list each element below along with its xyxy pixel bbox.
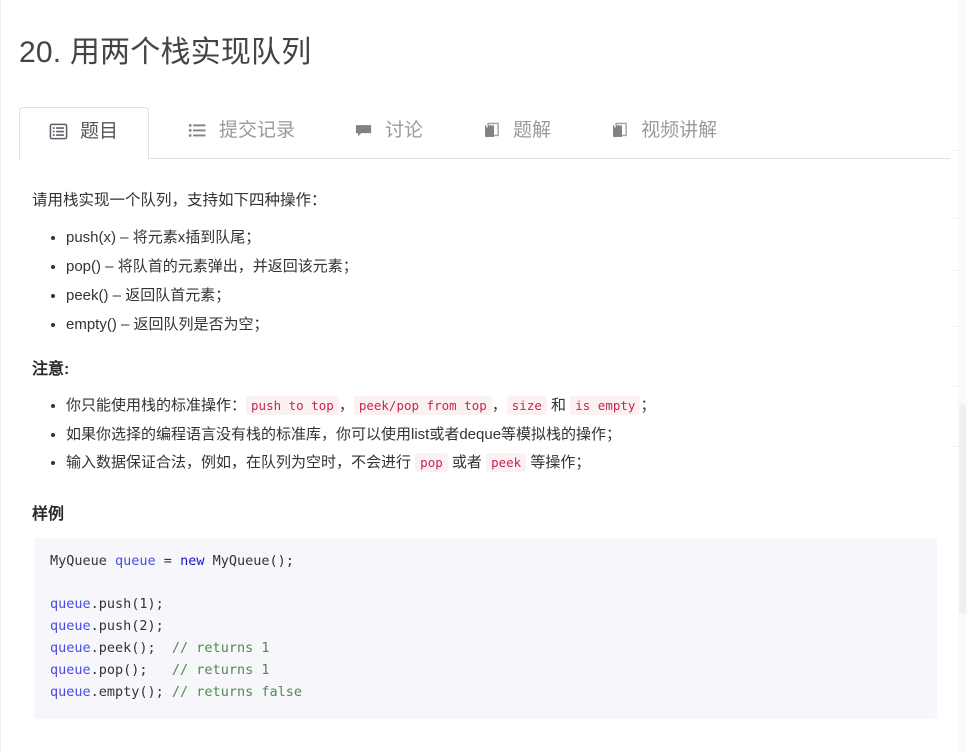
tab-submissions[interactable]: 提交记录 (165, 121, 317, 159)
inline-code: is empty (570, 395, 641, 415)
book-icon (609, 121, 629, 141)
tab-label: 提交记录 (219, 120, 296, 141)
problem-page: 20. 用两个栈实现队列 题目 提交记录 讨论 题解 视频讲解 请用栈实现一个队列，支持… (0, 0, 967, 752)
note-text: 输入数据保证合法，例如，在队列为空时，不会进行 (66, 454, 416, 472)
tab-solution[interactable]: 题解 (459, 121, 573, 159)
code-token: MyQueue (50, 552, 116, 569)
list-alt-icon (48, 122, 68, 142)
page-title: 20. 用两个栈实现队列 (19, 36, 312, 69)
code-line: queue.push(2); (50, 616, 921, 638)
tab-label: 视频讲解 (641, 120, 718, 141)
code-line: queue.pop(); // returns 1 (50, 660, 921, 682)
code-token: .push(1); (90, 596, 164, 613)
operation-item: empty() – 返回队列是否为空； (66, 314, 943, 336)
note-text: 和 (546, 396, 571, 414)
note-item: 如果你选择的编程语言没有栈的标准库，你可以使用list或者deque等模拟栈的操… (66, 424, 943, 446)
code-line: queue.empty(); // returns false (50, 682, 921, 704)
list-icon (187, 121, 207, 141)
problem-content: 请用栈实现一个队列，支持如下四种操作： push(x) – 将元素x插到队尾；p… (1, 159, 967, 719)
comment-icon (353, 121, 373, 141)
tab-label: 题目 (80, 121, 119, 142)
code-token: .pop(); (90, 662, 172, 679)
tab-problem[interactable]: 题目 (19, 106, 150, 160)
inline-code: size (506, 395, 547, 415)
note-item: 你只能使用栈的标准操作：push to top，peek/pop from to… (66, 395, 943, 417)
note-text: ； (640, 396, 656, 414)
code-line: queue.peek(); // returns 1 (50, 638, 921, 660)
sample-code-block: MyQueue queue = new MyQueue(); queue.pus… (34, 537, 937, 719)
code-token: queue (50, 683, 91, 700)
tab-discussion[interactable]: 讨论 (331, 121, 445, 159)
code-token: queue (50, 618, 91, 635)
code-token: queue (50, 596, 91, 613)
code-token: // returns 1 (171, 662, 270, 679)
problem-statement: 请用栈实现一个队列，支持如下四种操作： (32, 191, 327, 209)
operations-list: push(x) – 将元素x插到队尾； pop() – 将队首的元素弹出，并返回该… (32, 227, 943, 335)
code-token: = (155, 552, 181, 569)
code-token: queue (115, 552, 156, 569)
tab-video[interactable]: 视频讲解 (587, 121, 739, 159)
tab-label: 题解 (513, 120, 552, 141)
note-item: 输入数据保证合法，例如，在队列为空时，不会进行 pop 或者 peek 等操作； (66, 452, 943, 474)
code-token: new (180, 552, 205, 569)
code-token: // returns false (171, 683, 302, 700)
note-text: ， (491, 396, 507, 414)
operation-item: push(x) – 将元素x插到队尾； (66, 227, 943, 249)
code-line: queue.push(1); (50, 594, 921, 616)
note-text: 或者 (447, 454, 487, 472)
code-token: .peek(); (90, 640, 172, 657)
code-token: .push(2); (90, 618, 164, 635)
code-line: MyQueue queue = new MyQueue(); (50, 551, 921, 573)
code-token: // returns 1 (171, 640, 270, 657)
inline-code: pop (415, 453, 448, 473)
book-icon (481, 121, 501, 141)
inline-code: push to top (246, 395, 339, 415)
notes-heading: 注意: (32, 361, 70, 379)
tab-list: 题目 提交记录 讨论 题解 视频讲解 (19, 103, 967, 160)
inline-code: peek/pop from top (353, 395, 492, 415)
inline-code: peek (486, 453, 527, 473)
operation-item: pop() – 将队首的元素弹出，并返回该元素； (66, 256, 943, 278)
notes-list: 你只能使用栈的标准操作：push to top，peek/pop from to… (32, 395, 943, 474)
code-token: .empty(); (90, 683, 172, 700)
note-text: 等操作； (526, 454, 591, 472)
operation-item: peek() – 返回队首元素； (66, 285, 943, 307)
note-text: 如果你选择的编程语言没有栈的标准库，你可以使用list或者deque等模拟栈的操… (66, 425, 622, 443)
code-token: queue (50, 662, 91, 679)
code-token: queue (50, 640, 91, 657)
sample-heading: 样例 (32, 506, 65, 524)
tab-label: 讨论 (385, 120, 424, 141)
code-token: MyQueue(); (204, 552, 294, 569)
note-text: ， (338, 396, 354, 414)
page-scrollbar-thumb[interactable] (959, 404, 966, 614)
tab-bar: 题目 提交记录 讨论 题解 视频讲解 (1, 103, 967, 160)
note-text: 你只能使用栈的标准操作： (66, 396, 247, 414)
